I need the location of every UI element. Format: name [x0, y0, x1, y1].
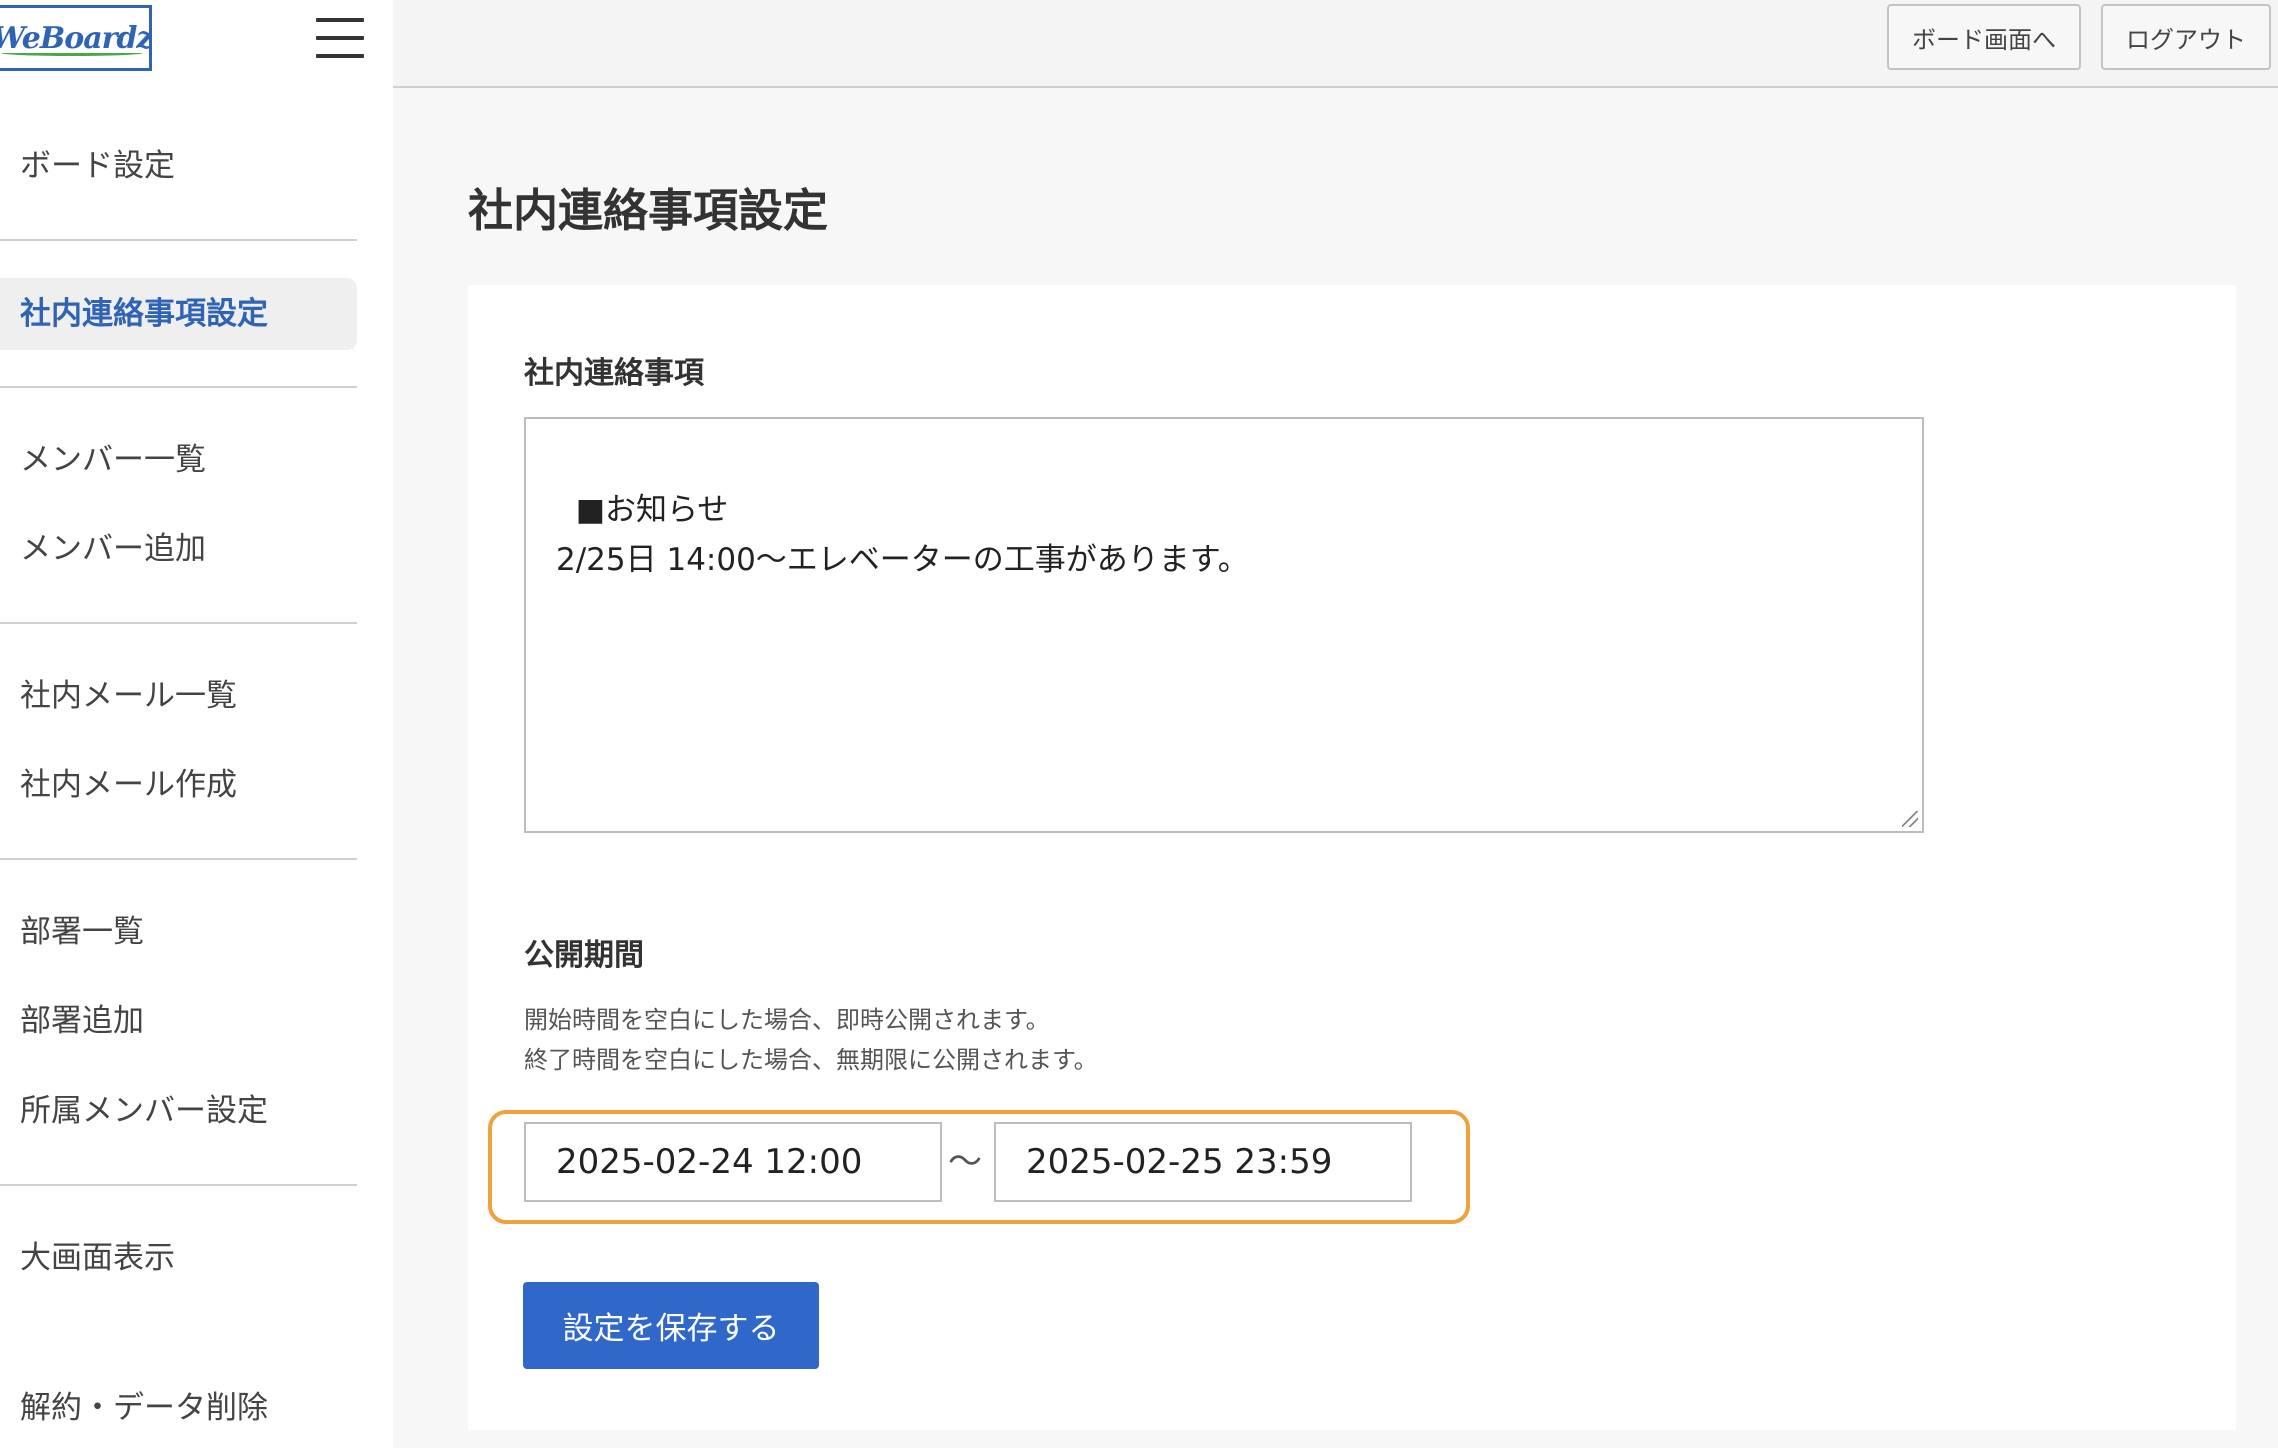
sidebar-item-board-settings[interactable]: ボード設定	[20, 141, 175, 191]
sidebar-divider	[0, 1184, 357, 1186]
period-help-end: 終了時間を空白にした場合、無期限に公開されます。	[524, 1046, 1098, 1074]
logo-swoosh	[1, 50, 143, 56]
period-help-start: 開始時間を空白にした場合、即時公開されます。	[524, 1006, 1050, 1034]
sidebar-item-notice-settings[interactable]: 社内連絡事項設定	[20, 289, 268, 339]
sidebar-divider	[0, 622, 357, 624]
sidebar-item-cancel-delete[interactable]: 解約・データ削除	[20, 1383, 268, 1433]
sidebar-divider	[0, 386, 357, 388]
period-separator: 〜	[948, 1142, 982, 1182]
period-label: 公開期間	[524, 938, 644, 973]
resize-handle-icon[interactable]	[1902, 811, 1918, 827]
sidebar-item-department-add[interactable]: 部署追加	[20, 996, 144, 1046]
sidebar-item-member-add[interactable]: メンバー追加	[20, 524, 206, 574]
sidebar-divider	[0, 239, 357, 241]
sidebar-item-department-list[interactable]: 部署一覧	[20, 907, 144, 957]
notice-text: ■お知らせ 2/25日 14:00〜エレベーターの工事があります。	[556, 492, 1249, 578]
save-settings-button[interactable]: 設定を保存する	[523, 1282, 819, 1369]
top-bar: ボード画面へ ログアウト	[393, 0, 2278, 88]
end-datetime-input[interactable]: 2025-02-25 23:59	[994, 1122, 1412, 1202]
notice-textarea[interactable]: ■お知らせ 2/25日 14:00〜エレベーターの工事があります。	[524, 417, 1924, 833]
menu-icon[interactable]	[316, 16, 364, 60]
logout-button[interactable]: ログアウト	[2101, 4, 2271, 70]
sidebar-divider	[0, 858, 357, 860]
sidebar-item-large-display[interactable]: 大画面表示	[20, 1233, 175, 1283]
notice-label: 社内連絡事項	[524, 356, 704, 391]
app-logo[interactable]: WeBoardz	[0, 5, 152, 71]
sidebar-item-member-assignment[interactable]: 所属メンバー設定	[20, 1086, 268, 1136]
start-datetime-input[interactable]: 2025-02-24 12:00	[524, 1122, 942, 1202]
page-title: 社内連絡事項設定	[468, 184, 829, 237]
sidebar-item-mail-compose[interactable]: 社内メール作成	[20, 760, 237, 810]
sidebar: WeBoardz ボード設定 社内連絡事項設定 メンバー一覧 メンバー追加 社内…	[0, 0, 393, 1448]
sidebar-item-member-list[interactable]: メンバー一覧	[20, 435, 206, 485]
sidebar-item-mail-list[interactable]: 社内メール一覧	[20, 671, 237, 721]
board-screen-button[interactable]: ボード画面へ	[1887, 4, 2081, 70]
